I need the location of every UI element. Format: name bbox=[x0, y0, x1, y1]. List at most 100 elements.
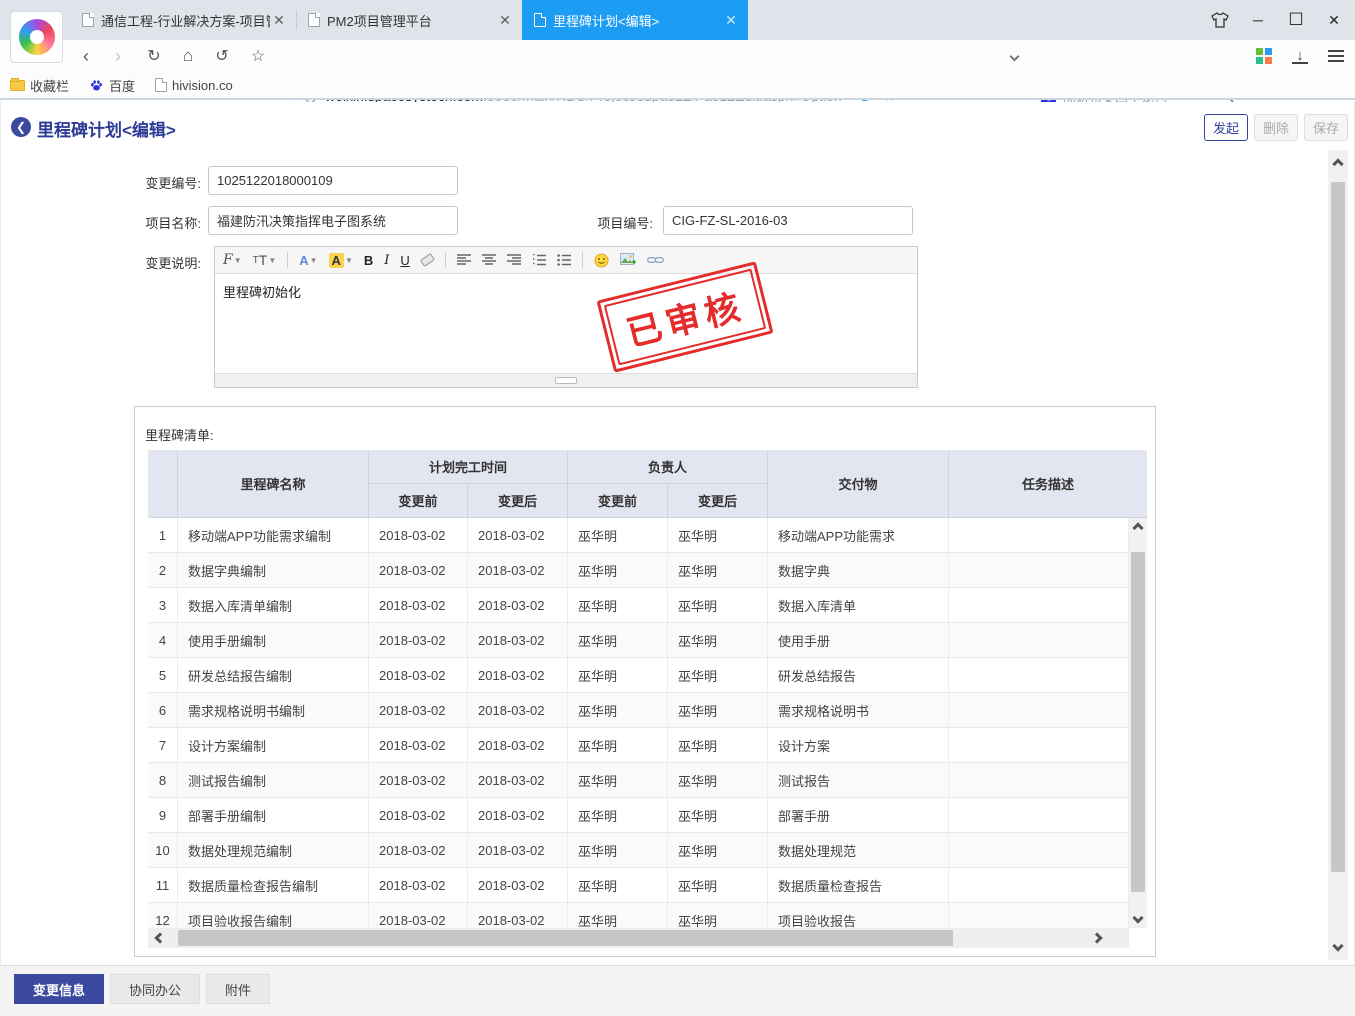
cell-plan_after: 2018-03-02 bbox=[468, 798, 568, 832]
align-right-icon[interactable] bbox=[507, 254, 521, 266]
table-scroll-up-icon[interactable] bbox=[1129, 520, 1147, 536]
change-no-label: 变更编号: bbox=[61, 173, 201, 192]
cell-no: 9 bbox=[148, 798, 178, 832]
editor-resize-bar[interactable] bbox=[215, 373, 917, 387]
cell-plan_before: 2018-03-02 bbox=[369, 623, 468, 657]
delete-button: 删除 bbox=[1254, 114, 1298, 141]
font-color-icon[interactable]: A▼ bbox=[299, 253, 317, 268]
bottom-tab-0[interactable]: 变更信息 bbox=[14, 974, 104, 1004]
minimize-button[interactable]: ─ bbox=[1243, 5, 1273, 35]
cell-plan_before: 2018-03-02 bbox=[369, 658, 468, 692]
page-scrollbar[interactable] bbox=[1328, 150, 1348, 960]
table-scroll-down-icon[interactable] bbox=[1129, 910, 1147, 926]
table-scroll-right-icon[interactable] bbox=[1089, 928, 1105, 948]
bookmark-item-0[interactable]: 收藏栏 bbox=[10, 76, 69, 95]
close-button[interactable]: ✕ bbox=[1319, 5, 1349, 35]
table-row: 10数据处理规范编制2018-03-022018-03-02巫华明巫华明数据处理… bbox=[148, 833, 1129, 868]
font-size-icon[interactable]: TT▼ bbox=[253, 252, 277, 268]
emoji-icon[interactable] bbox=[594, 253, 609, 268]
cell-deliverable: 研发总结报告 bbox=[768, 658, 949, 692]
undo-icon[interactable]: ↺ bbox=[208, 40, 236, 72]
tab-title: 里程碑计划<编辑> bbox=[553, 11, 722, 30]
cell-deliverable: 移动端APP功能需求 bbox=[768, 518, 949, 552]
tab-close-icon[interactable]: ✕ bbox=[496, 12, 514, 29]
browser-tab-0[interactable]: 通信工程-行业解决方案-项目管✕ bbox=[70, 0, 296, 40]
browser-tab-2[interactable]: 里程碑计划<编辑>✕ bbox=[522, 0, 748, 40]
cell-deliverable: 数据处理规范 bbox=[768, 833, 949, 867]
cell-owner_before: 巫华明 bbox=[568, 588, 668, 622]
cell-name: 研发总结报告编制 bbox=[178, 658, 369, 692]
cell-owner_after: 巫华明 bbox=[668, 868, 768, 902]
table-vscroll-thumb[interactable] bbox=[1131, 552, 1145, 892]
underline-icon[interactable]: U bbox=[400, 253, 409, 268]
cell-owner_before: 巫华明 bbox=[568, 553, 668, 587]
bottom-tab-2[interactable]: 附件 bbox=[206, 974, 270, 1004]
bottom-tab-1[interactable]: 协同办公 bbox=[110, 974, 200, 1004]
browser-tab-1[interactable]: PM2项目管理平台✕ bbox=[296, 0, 522, 40]
change-no-input[interactable] bbox=[208, 166, 458, 195]
favorite-star-icon[interactable]: ☆ bbox=[244, 40, 272, 72]
cell-deliverable: 设计方案 bbox=[768, 728, 949, 762]
cell-no: 1 bbox=[148, 518, 178, 552]
cell-task bbox=[949, 728, 1129, 762]
cell-no: 10 bbox=[148, 833, 178, 867]
bullet-list-icon[interactable] bbox=[557, 254, 571, 266]
page-scroll-up-icon[interactable] bbox=[1328, 156, 1348, 172]
project-name-input[interactable] bbox=[208, 206, 458, 235]
browser-logo[interactable] bbox=[10, 11, 63, 63]
highlight-color-icon[interactable]: A▼ bbox=[329, 253, 353, 268]
bookmark-item-1[interactable]: 百度 bbox=[89, 76, 135, 95]
window-controls: ─ ☐ ✕ bbox=[1205, 0, 1349, 40]
table-hscroll-thumb[interactable] bbox=[178, 930, 953, 946]
resize-handle-icon[interactable] bbox=[555, 377, 577, 384]
cell-owner_after: 巫华明 bbox=[668, 763, 768, 797]
table-hscrollbar[interactable] bbox=[148, 928, 1129, 948]
align-center-icon[interactable] bbox=[482, 254, 496, 266]
richtext-editor: F▼ TT▼ A▼ A▼ B I U 里程碑初始化 已审核 bbox=[214, 246, 918, 388]
cell-owner_after: 巫华明 bbox=[668, 833, 768, 867]
menu-icon[interactable] bbox=[1322, 40, 1350, 72]
table-row: 9部署手册编制2018-03-022018-03-02巫华明巫华明部署手册 bbox=[148, 798, 1129, 833]
cell-task bbox=[949, 588, 1129, 622]
table-row: 2数据字典编制2018-03-022018-03-02巫华明巫华明数据字典 bbox=[148, 553, 1129, 588]
url-dropdown-icon[interactable] bbox=[1000, 40, 1028, 72]
eraser-icon[interactable] bbox=[421, 256, 434, 264]
cell-plan_after: 2018-03-02 bbox=[468, 868, 568, 902]
tab-close-icon[interactable]: ✕ bbox=[722, 12, 740, 29]
forward-icon[interactable]: › bbox=[104, 40, 132, 72]
italic-icon[interactable]: I bbox=[384, 253, 389, 268]
table-vscrollbar[interactable] bbox=[1129, 518, 1147, 928]
table-scroll-left-icon[interactable] bbox=[152, 928, 168, 948]
home-icon[interactable]: ⌂ bbox=[174, 40, 202, 72]
back-icon[interactable]: ‹ bbox=[72, 40, 100, 72]
project-no-input[interactable] bbox=[663, 206, 913, 235]
cell-owner_after: 巫华明 bbox=[668, 553, 768, 587]
download-icon[interactable]: ↓ bbox=[1286, 40, 1314, 72]
initiate-button[interactable]: 发起 bbox=[1204, 114, 1248, 141]
col-header-owner-after: 变更后 bbox=[668, 484, 768, 518]
ordered-list-icon[interactable] bbox=[532, 254, 546, 266]
apps-grid-icon[interactable] bbox=[1250, 40, 1278, 72]
cell-owner_before: 巫华明 bbox=[568, 798, 668, 832]
page-scroll-thumb[interactable] bbox=[1331, 182, 1345, 872]
insert-link-icon[interactable] bbox=[647, 255, 664, 265]
bold-icon[interactable]: B bbox=[364, 253, 373, 268]
page-scroll-down-icon[interactable] bbox=[1328, 938, 1348, 954]
maximize-button[interactable]: ☐ bbox=[1281, 5, 1311, 35]
table-row: 6需求规格说明书编制2018-03-022018-03-02巫华明巫华明需求规格… bbox=[148, 693, 1129, 728]
align-left-icon[interactable] bbox=[457, 254, 471, 266]
cell-deliverable: 使用手册 bbox=[768, 623, 949, 657]
cell-plan_after: 2018-03-02 bbox=[468, 658, 568, 692]
page-back-button[interactable]: ❮ bbox=[11, 117, 31, 137]
bookmark-item-2[interactable]: hivision.co bbox=[155, 78, 233, 93]
cell-owner_before: 巫华明 bbox=[568, 518, 668, 552]
skin-icon[interactable] bbox=[1205, 5, 1235, 35]
cell-owner_before: 巫华明 bbox=[568, 693, 668, 727]
cell-task bbox=[949, 658, 1129, 692]
tab-close-icon[interactable]: ✕ bbox=[270, 12, 288, 29]
insert-image-icon[interactable] bbox=[620, 253, 636, 267]
refresh-icon[interactable]: ↻ bbox=[140, 40, 168, 72]
font-family-icon[interactable]: F▼ bbox=[223, 252, 242, 268]
cell-plan_after: 2018-03-02 bbox=[468, 833, 568, 867]
editor-content[interactable]: 里程碑初始化 已审核 bbox=[215, 274, 917, 373]
